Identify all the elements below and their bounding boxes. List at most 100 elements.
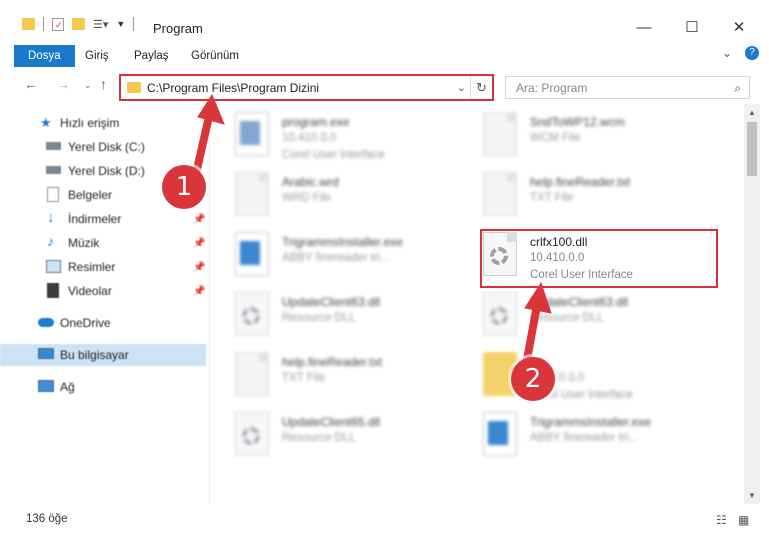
vertical-scrollbar[interactable]: ▲ ▼: [744, 104, 760, 504]
tab-share[interactable]: Paylaş: [134, 45, 169, 67]
sidebar-item-label: OneDrive: [60, 316, 111, 330]
sidebar-item-label: Resimler: [68, 260, 116, 274]
pin-icon[interactable]: 📌: [193, 286, 205, 297]
file-item[interactable]: Arabic.wrd WRD File: [212, 166, 447, 222]
sidebar-item-this-pc[interactable]: Bu bilgisayar: [0, 344, 206, 366]
tab-home[interactable]: Giriş: [85, 45, 109, 67]
scroll-down-icon[interactable]: ▼: [748, 491, 756, 500]
file-name: TrigrammsInstaller.exe: [530, 415, 651, 429]
app-window-icon: [235, 232, 269, 276]
file-name: program.exe: [282, 115, 350, 129]
quick-access-toolbar: ✓ ☰▾ ▼: [22, 17, 135, 31]
minimize-button[interactable]: —: [621, 14, 667, 40]
sidebar-item-network[interactable]: Ağ: [0, 376, 206, 398]
pane-divider[interactable]: [209, 104, 210, 504]
customize-qat-icon[interactable]: ▼: [116, 19, 125, 29]
sidebar-item-quick-access[interactable]: ★ Hızlı erişim: [0, 112, 206, 134]
search-icon[interactable]: ⌕: [734, 81, 741, 96]
help-icon[interactable]: ?: [745, 46, 759, 60]
file-name: SndToWP12.wcm: [530, 115, 625, 129]
pin-icon[interactable]: 📌: [193, 238, 205, 249]
refresh-icon[interactable]: ↻: [470, 76, 492, 99]
expand-ribbon-icon[interactable]: ⌄: [722, 46, 732, 60]
sidebar-item-pictures[interactable]: Resimler 📌: [0, 256, 206, 278]
file-detail: WRD File: [282, 192, 332, 204]
scroll-up-icon[interactable]: ▲: [748, 108, 756, 117]
pin-icon[interactable]: 📌: [193, 262, 205, 273]
back-arrow-icon[interactable]: ←: [24, 76, 38, 92]
document-icon: [483, 172, 517, 216]
sidebar-item-videos[interactable]: Videolar 📌: [0, 280, 206, 302]
recent-locations-chevron-icon[interactable]: ⌄: [84, 80, 92, 91]
file-name: UpdateClient63.dll: [530, 295, 629, 309]
new-folder-icon[interactable]: [72, 18, 85, 30]
item-count: 136 öğe: [26, 513, 68, 525]
file-item[interactable]: UpdateClient63.dll Resource DLL: [212, 286, 447, 342]
ribbon: Dosya Giriş Paylaş Görünüm ⌄ ?: [0, 40, 769, 70]
status-bar: 136 öğe ☷ ▦: [0, 505, 769, 539]
file-item[interactable]: UpdateClient63.dll Resource DLL: [460, 286, 695, 342]
separator: [43, 17, 44, 31]
pin-icon[interactable]: 📌: [193, 214, 205, 225]
file-name: help.fineReader.txt: [530, 175, 631, 189]
file-name: UpdateClient65.dll: [282, 415, 381, 429]
properties-icon[interactable]: ✓: [52, 17, 64, 31]
videos-icon: [47, 283, 59, 298]
file-item[interactable]: SndToWP12.wcm WCM File: [460, 106, 695, 162]
file-item[interactable]: UpdateClient65.dll Resource DLL: [212, 406, 447, 462]
dll-gear-icon: [235, 412, 269, 456]
sidebar-item-label: Videolar: [68, 284, 112, 298]
address-path: C:\Program Files\Program Dizini: [147, 80, 320, 95]
forward-arrow-icon[interactable]: →: [56, 76, 70, 92]
tab-file[interactable]: Dosya: [14, 45, 75, 67]
installer-icon: [235, 112, 269, 156]
music-icon: ♪: [47, 233, 54, 249]
sidebar-item-disk-c[interactable]: Yerel Disk (C:): [0, 136, 206, 158]
close-button[interactable]: ✕: [716, 14, 762, 40]
file-item[interactable]: 14 10.410.0.0 Corel User Interface: [460, 346, 695, 402]
drive-icon: [46, 166, 61, 174]
sidebar-item-label: Belgeler: [68, 188, 113, 202]
sidebar-item-downloads[interactable]: ↓ İndirmeler 📌: [0, 208, 206, 230]
file-detail: Resource DLL: [282, 312, 356, 324]
file-detail: Resource DLL: [282, 432, 356, 444]
view-icon[interactable]: ☰▾: [93, 18, 108, 31]
maximize-button[interactable]: ☐: [669, 14, 715, 40]
folder-icon[interactable]: [22, 18, 35, 30]
file-item[interactable]: help.fineReader.txt TXT File: [212, 346, 447, 402]
file-name: UpdateClient63.dll: [282, 295, 381, 309]
document-icon: [483, 112, 517, 156]
title-bar: ✓ ☰▾ ▼ Program — ☐ ✕: [0, 0, 769, 40]
file-detail: TXT File: [282, 372, 326, 384]
cloud-icon: [38, 318, 54, 327]
search-placeholder: Ara: Program: [516, 80, 588, 95]
file-name: TrigrammsInstaller.exe: [282, 235, 403, 249]
up-arrow-icon[interactable]: ↑: [100, 76, 107, 92]
file-detail: WCM File: [530, 132, 581, 144]
large-icons-view-icon[interactable]: ▦: [738, 513, 749, 527]
file-item[interactable]: program.exe 10.410.0.0 Corel User Interf…: [212, 106, 447, 162]
file-item[interactable]: TrigrammsInstaller.exe ABBY finereader t…: [212, 226, 447, 282]
tab-view[interactable]: Görünüm: [191, 45, 239, 67]
chevron-down-icon[interactable]: ⌄: [457, 81, 466, 94]
file-detail: ABBY finereader tri...: [282, 252, 390, 264]
details-view-icon[interactable]: ☷: [716, 513, 727, 527]
documents-icon: [47, 187, 59, 202]
scrollbar-thumb[interactable]: [747, 122, 757, 176]
file-item[interactable]: help.fineReader.txt TXT File: [460, 166, 695, 222]
address-bar[interactable]: C:\Program Files\Program Dizini ⌄ ↻: [119, 74, 494, 101]
sidebar-item-music[interactable]: ♪ Müzik 📌: [0, 232, 206, 254]
file-detail: Resource DLL: [530, 312, 604, 324]
sidebar-item-onedrive[interactable]: OneDrive: [0, 312, 206, 334]
search-input[interactable]: Ara: Program ⌕: [505, 76, 750, 99]
file-highlight-box: [480, 229, 718, 288]
file-name: Arabic.wrd: [282, 175, 339, 189]
file-detail: TXT File: [530, 192, 574, 204]
file-item[interactable]: TrigrammsInstaller.exe ABBY finereader t…: [460, 406, 695, 462]
folder-icon: [127, 82, 141, 93]
computer-icon: [38, 348, 54, 359]
document-icon: [235, 352, 269, 396]
file-detail: Corel User Interface: [282, 149, 385, 161]
network-icon: [38, 380, 54, 392]
drive-icon: [46, 142, 61, 150]
